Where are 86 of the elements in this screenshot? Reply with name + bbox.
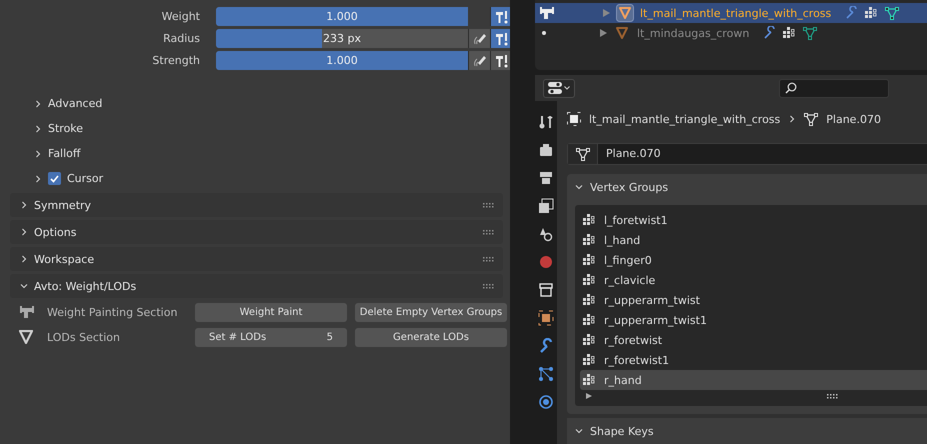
expand-chevron-icon	[34, 124, 42, 132]
number-field[interactable]: Set # LODs 5	[195, 328, 347, 346]
breadcrumb-mesh: Plane.070	[826, 112, 881, 126]
vertex-group-icon	[583, 354, 597, 366]
vertex-group-item[interactable]: r_clavicle	[580, 270, 927, 290]
field-label: Strength	[151, 54, 201, 67]
vertex-group-icon	[583, 234, 597, 246]
vertex-group-icon	[583, 334, 597, 346]
vertex-group-icon	[583, 254, 597, 266]
section-label: Weight Painting Section	[47, 306, 178, 318]
vertex-group-icon	[583, 374, 597, 386]
mesh-icon	[804, 112, 818, 126]
expand-chevron-icon	[34, 150, 42, 158]
expand-chevron-icon	[575, 183, 583, 191]
breadcrumb-separator-icon	[788, 115, 796, 123]
subpanel-title[interactable]: Stroke	[48, 122, 84, 135]
pen-pressure-icon[interactable]	[472, 54, 486, 68]
outliner-row[interactable]: lt_mindaugas_crown	[535, 23, 927, 43]
object-name: lt_mindaugas_crown	[637, 26, 750, 40]
drag-handle-icon[interactable]	[483, 256, 495, 262]
panel-header[interactable]: Symmetry	[10, 193, 503, 217]
brush-settings-icon[interactable]	[494, 10, 508, 24]
drag-handle-icon[interactable]	[483, 202, 495, 208]
value-slider[interactable]: 233 px	[216, 29, 468, 48]
expand-chevron-icon	[20, 282, 28, 290]
subpanel-title[interactable]: Advanced	[48, 97, 102, 110]
triangle-icon	[19, 330, 33, 344]
mesh-icon	[885, 6, 900, 20]
vertex-group-item[interactable]: r_foretwist1	[580, 350, 927, 370]
mesh-icon	[803, 26, 818, 40]
toggle-icon	[548, 82, 562, 94]
vertex-group-item[interactable]: l_foretwist1	[580, 210, 927, 230]
search-field[interactable]	[779, 78, 889, 98]
drag-handle-icon[interactable]	[483, 284, 495, 288]
caret-icon	[564, 86, 570, 90]
triangle-icon	[616, 4, 634, 22]
expand-chevron-icon	[575, 427, 583, 435]
panel-header[interactable]: Avto: Weight/LODs	[10, 274, 503, 298]
dot-icon	[542, 31, 546, 35]
object-icon	[567, 112, 581, 126]
vertex-group-icon	[583, 314, 597, 326]
brush-settings-icon[interactable]	[494, 54, 508, 68]
brush-settings-icon[interactable]	[494, 32, 508, 46]
vertex-group-item[interactable]: r_hand	[580, 370, 927, 390]
vertex-group-icon	[583, 294, 597, 306]
vertex-group-icon	[583, 214, 597, 226]
panel-header[interactable]: Options	[10, 220, 503, 244]
vertex-group-item[interactable]: r_upperarm_twist	[580, 290, 927, 310]
vertex-group-icon	[865, 7, 880, 19]
vertex-group-item[interactable]: r_upperarm_twist1	[580, 310, 927, 330]
play-icon[interactable]	[600, 29, 607, 37]
triangle-icon	[613, 24, 631, 42]
mesh-icon	[576, 148, 590, 160]
value-slider[interactable]: 1.000	[216, 7, 468, 26]
play-icon[interactable]	[586, 393, 592, 399]
search-icon	[785, 82, 797, 94]
panel-header[interactable]: Shape Keys	[567, 418, 927, 444]
vertex-group-item[interactable]: l_finger0	[580, 250, 927, 270]
field-label: Radius	[162, 32, 201, 45]
object-name: lt_mail_mantle_triangle_with_cross	[640, 6, 832, 20]
subpanel-title[interactable]: Cursor	[67, 172, 104, 185]
subpanel-title[interactable]: Falloff	[48, 147, 80, 160]
vertex-group-icon	[583, 274, 597, 286]
expand-chevron-icon	[20, 255, 28, 263]
checkbox[interactable]	[48, 172, 61, 185]
action-button[interactable]: Delete Empty Vertex Groups	[355, 302, 507, 322]
expand-chevron-icon	[20, 201, 28, 209]
breadcrumb-object: lt_mail_mantle_triangle_with_cross	[589, 112, 780, 126]
mesh-data-field[interactable]: Plane.070	[567, 143, 927, 165]
value-slider[interactable]: 1.000	[216, 51, 468, 70]
expand-chevron-icon	[34, 174, 42, 182]
vertex-group-item[interactable]: l_hand	[580, 230, 927, 250]
panel-header[interactable]: Vertex Groups	[567, 174, 927, 200]
vertex-group-item[interactable]: r_foretwist	[580, 330, 927, 350]
action-button[interactable]: Weight Paint	[195, 302, 347, 322]
panel-header[interactable]: Workspace	[10, 247, 503, 271]
vertex-group-icon	[783, 27, 798, 39]
field-label: Weight	[160, 10, 201, 23]
drag-handle-icon[interactable]	[483, 230, 495, 234]
action-button[interactable]: Generate LODs	[355, 328, 507, 346]
editor-type-button[interactable]	[543, 78, 575, 98]
expand-chevron-icon	[20, 228, 28, 236]
expand-chevron-icon	[34, 100, 42, 108]
resize-handle-icon[interactable]	[827, 394, 839, 398]
section-label: LODs Section	[47, 330, 121, 344]
pen-pressure-icon[interactable]	[472, 32, 486, 46]
